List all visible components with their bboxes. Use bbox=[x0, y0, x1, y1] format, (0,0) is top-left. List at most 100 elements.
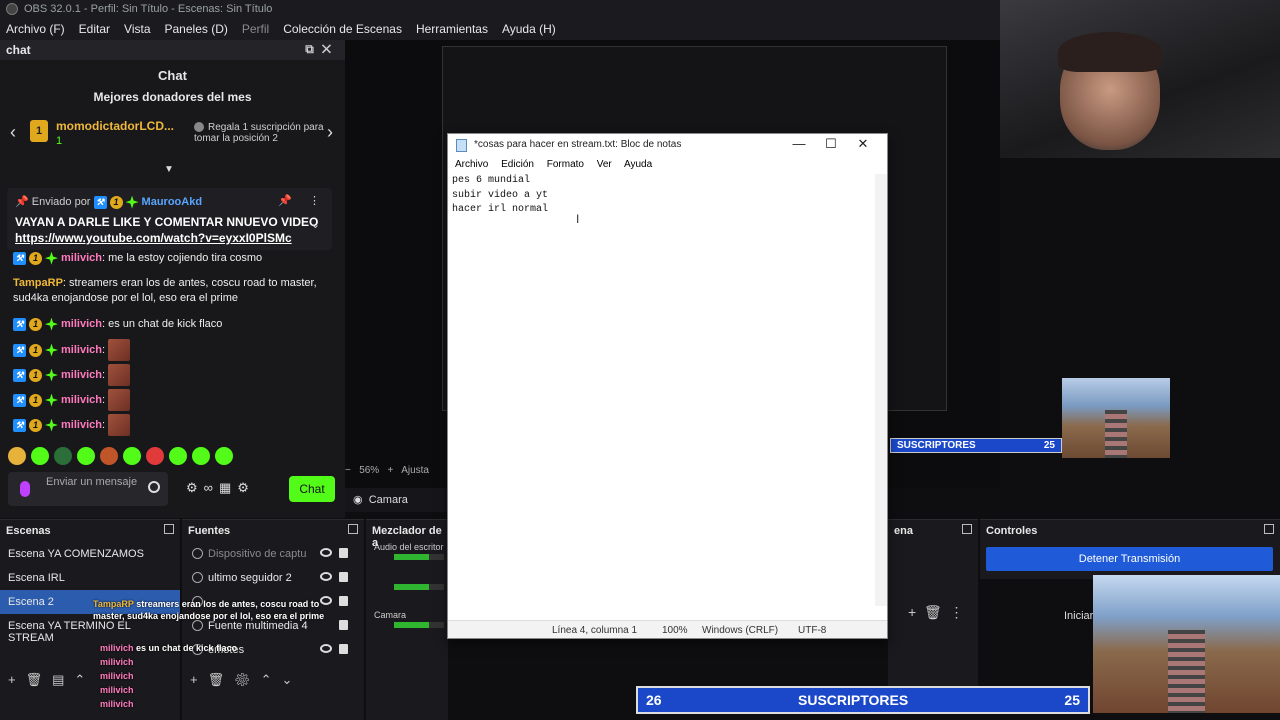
lock-icon[interactable] bbox=[339, 548, 348, 558]
source-item[interactable]: Dispositivo de captu bbox=[182, 542, 364, 566]
adjust-label[interactable]: Ajusta bbox=[401, 465, 429, 476]
close-icon[interactable]: ✕ bbox=[847, 136, 879, 152]
vertical-scrollbar[interactable] bbox=[875, 174, 887, 606]
subs-left-count: 26 bbox=[646, 692, 662, 708]
notepad-text-area[interactable]: pes 6 mundial subir video a yt hacer irl… bbox=[452, 174, 872, 604]
menu-perfil[interactable]: Perfil bbox=[242, 22, 269, 36]
menu-coleccion-escenas[interactable]: Colección de Escenas bbox=[283, 22, 402, 36]
gear-icon[interactable]: ⚙ bbox=[234, 672, 261, 687]
collapse-icon[interactable]: ▼ bbox=[164, 164, 174, 175]
menu-archivo[interactable]: Archivo (F) bbox=[6, 22, 65, 36]
emote-icon[interactable] bbox=[146, 447, 164, 465]
filter-icon[interactable]: ▤ bbox=[52, 672, 74, 687]
popout-icon[interactable] bbox=[164, 524, 174, 534]
emote-icon[interactable] bbox=[31, 447, 49, 465]
scene-item[interactable]: Escena YA COMENZAMOS bbox=[0, 542, 180, 566]
encoding: UTF-8 bbox=[798, 625, 827, 636]
infinity-icon[interactable]: ∞ bbox=[204, 480, 219, 495]
emote-icon[interactable] bbox=[8, 447, 26, 465]
emote-icon[interactable] bbox=[77, 447, 95, 465]
lock-icon[interactable] bbox=[339, 572, 348, 582]
chat-username[interactable]: milivich bbox=[61, 394, 102, 406]
emote-icon[interactable] bbox=[100, 447, 118, 465]
obs-logo-icon bbox=[6, 3, 18, 15]
eye-icon[interactable] bbox=[320, 644, 332, 653]
add-icon[interactable]: + bbox=[8, 672, 26, 687]
lock-icon[interactable] bbox=[339, 620, 348, 630]
gear-icon[interactable]: ⚙ bbox=[237, 480, 255, 495]
emoji-icon[interactable] bbox=[148, 481, 160, 493]
lock-icon[interactable] bbox=[339, 644, 348, 654]
microphone-icon[interactable] bbox=[20, 481, 30, 497]
menu-ayuda[interactable]: Ayuda bbox=[624, 159, 652, 170]
subs-small-label: SUSCRIPTORES bbox=[897, 440, 976, 451]
chat-username[interactable]: milivich bbox=[61, 369, 102, 381]
window-controls: — ☐ ✕ bbox=[783, 136, 879, 152]
source-item[interactable]: ultimo seguidor 2 bbox=[182, 566, 364, 590]
chevron-down-icon[interactable]: ⌄ bbox=[311, 218, 320, 231]
popout-icon[interactable] bbox=[348, 524, 358, 534]
volume-slider[interactable] bbox=[394, 584, 444, 590]
trash-icon[interactable]: 🗑 bbox=[26, 672, 53, 687]
badge-icon: ⚒ bbox=[13, 317, 26, 331]
cursor-position: Línea 4, columna 1 bbox=[552, 625, 638, 636]
chat-username[interactable]: milivich bbox=[61, 252, 102, 264]
chat-username[interactable]: milivich bbox=[61, 318, 102, 330]
pin-icon[interactable]: 📌 bbox=[278, 194, 292, 207]
chevron-right-icon[interactable]: › bbox=[327, 122, 333, 143]
zoom-in-icon[interactable]: + bbox=[388, 465, 394, 476]
rail-track bbox=[1167, 630, 1206, 713]
more-options-icon[interactable]: ⋮ bbox=[309, 194, 320, 207]
overlay-text: es un chat de kick flaco bbox=[136, 643, 238, 653]
lock-icon[interactable] bbox=[339, 596, 348, 606]
chat-username[interactable]: milivich bbox=[61, 419, 102, 431]
up-icon[interactable]: ⌃ bbox=[74, 672, 95, 687]
badge-icon: ⚒ bbox=[13, 418, 26, 432]
menu-herramientas[interactable]: Herramientas bbox=[416, 22, 488, 36]
eye-icon[interactable] bbox=[320, 548, 332, 557]
stop-stream-button[interactable]: Detener Transmisión bbox=[986, 547, 1273, 571]
menu-archivo[interactable]: Archivo bbox=[455, 159, 488, 170]
start-button[interactable]: Iniciar bbox=[1064, 610, 1093, 622]
menu-paneles[interactable]: Paneles (D) bbox=[165, 22, 228, 36]
volume-meter bbox=[394, 554, 444, 560]
emote-icon[interactable] bbox=[54, 447, 72, 465]
store-icon[interactable]: ▦ bbox=[219, 480, 237, 495]
popout-icon[interactable] bbox=[1264, 524, 1274, 534]
menu-ayuda[interactable]: Ayuda (H) bbox=[502, 22, 556, 36]
emote-icon[interactable] bbox=[169, 447, 187, 465]
chat-input[interactable]: Enviar un mensaje bbox=[8, 472, 168, 506]
maximize-icon[interactable]: ☐ bbox=[815, 136, 847, 152]
popout-icon[interactable] bbox=[962, 524, 972, 534]
notepad-icon bbox=[456, 139, 467, 152]
add-icon[interactable]: + bbox=[908, 604, 916, 620]
chevron-left-icon[interactable]: ‹ bbox=[10, 122, 16, 143]
dock-window-buttons[interactable]: ⧉✕ bbox=[305, 42, 339, 57]
zoom-out-icon[interactable]: − bbox=[345, 465, 351, 476]
down-icon[interactable]: ⌄ bbox=[282, 672, 303, 687]
emote-icon[interactable] bbox=[215, 447, 233, 465]
menu-formato[interactable]: Formato bbox=[547, 159, 584, 170]
camera-source-icon bbox=[192, 548, 203, 559]
chat-text: : bbox=[101, 418, 106, 431]
chat-username[interactable]: milivich bbox=[61, 344, 102, 356]
minimize-icon[interactable]: — bbox=[783, 136, 815, 151]
menu-ver[interactable]: Ver bbox=[597, 159, 612, 170]
trash-icon[interactable]: 🗑 bbox=[924, 604, 942, 620]
emote-icon[interactable] bbox=[123, 447, 141, 465]
menu-edicion[interactable]: Edición bbox=[501, 159, 534, 170]
pinned-link[interactable]: https://www.youtube.com/watch?v=eyxxI0Pl… bbox=[15, 231, 292, 245]
up-icon[interactable]: ⌃ bbox=[261, 672, 282, 687]
pinned-username[interactable]: MaurooAkd bbox=[142, 196, 203, 208]
donor-name: momodictadorLCD... bbox=[56, 119, 175, 133]
more-options-icon[interactable]: ⋮ bbox=[950, 604, 964, 620]
scene-item[interactable]: Escena IRL bbox=[0, 566, 180, 590]
menu-editar[interactable]: Editar bbox=[79, 22, 110, 36]
chat-text: : es un chat de kick flaco bbox=[101, 318, 223, 330]
chat-send-button[interactable]: Chat bbox=[289, 476, 335, 502]
eye-icon[interactable] bbox=[320, 572, 332, 581]
chat-username[interactable]: TampaRP bbox=[13, 277, 63, 289]
menu-vista[interactable]: Vista bbox=[124, 22, 150, 36]
settings-icon[interactable]: ⚙ bbox=[186, 480, 204, 495]
emote-icon[interactable] bbox=[192, 447, 210, 465]
